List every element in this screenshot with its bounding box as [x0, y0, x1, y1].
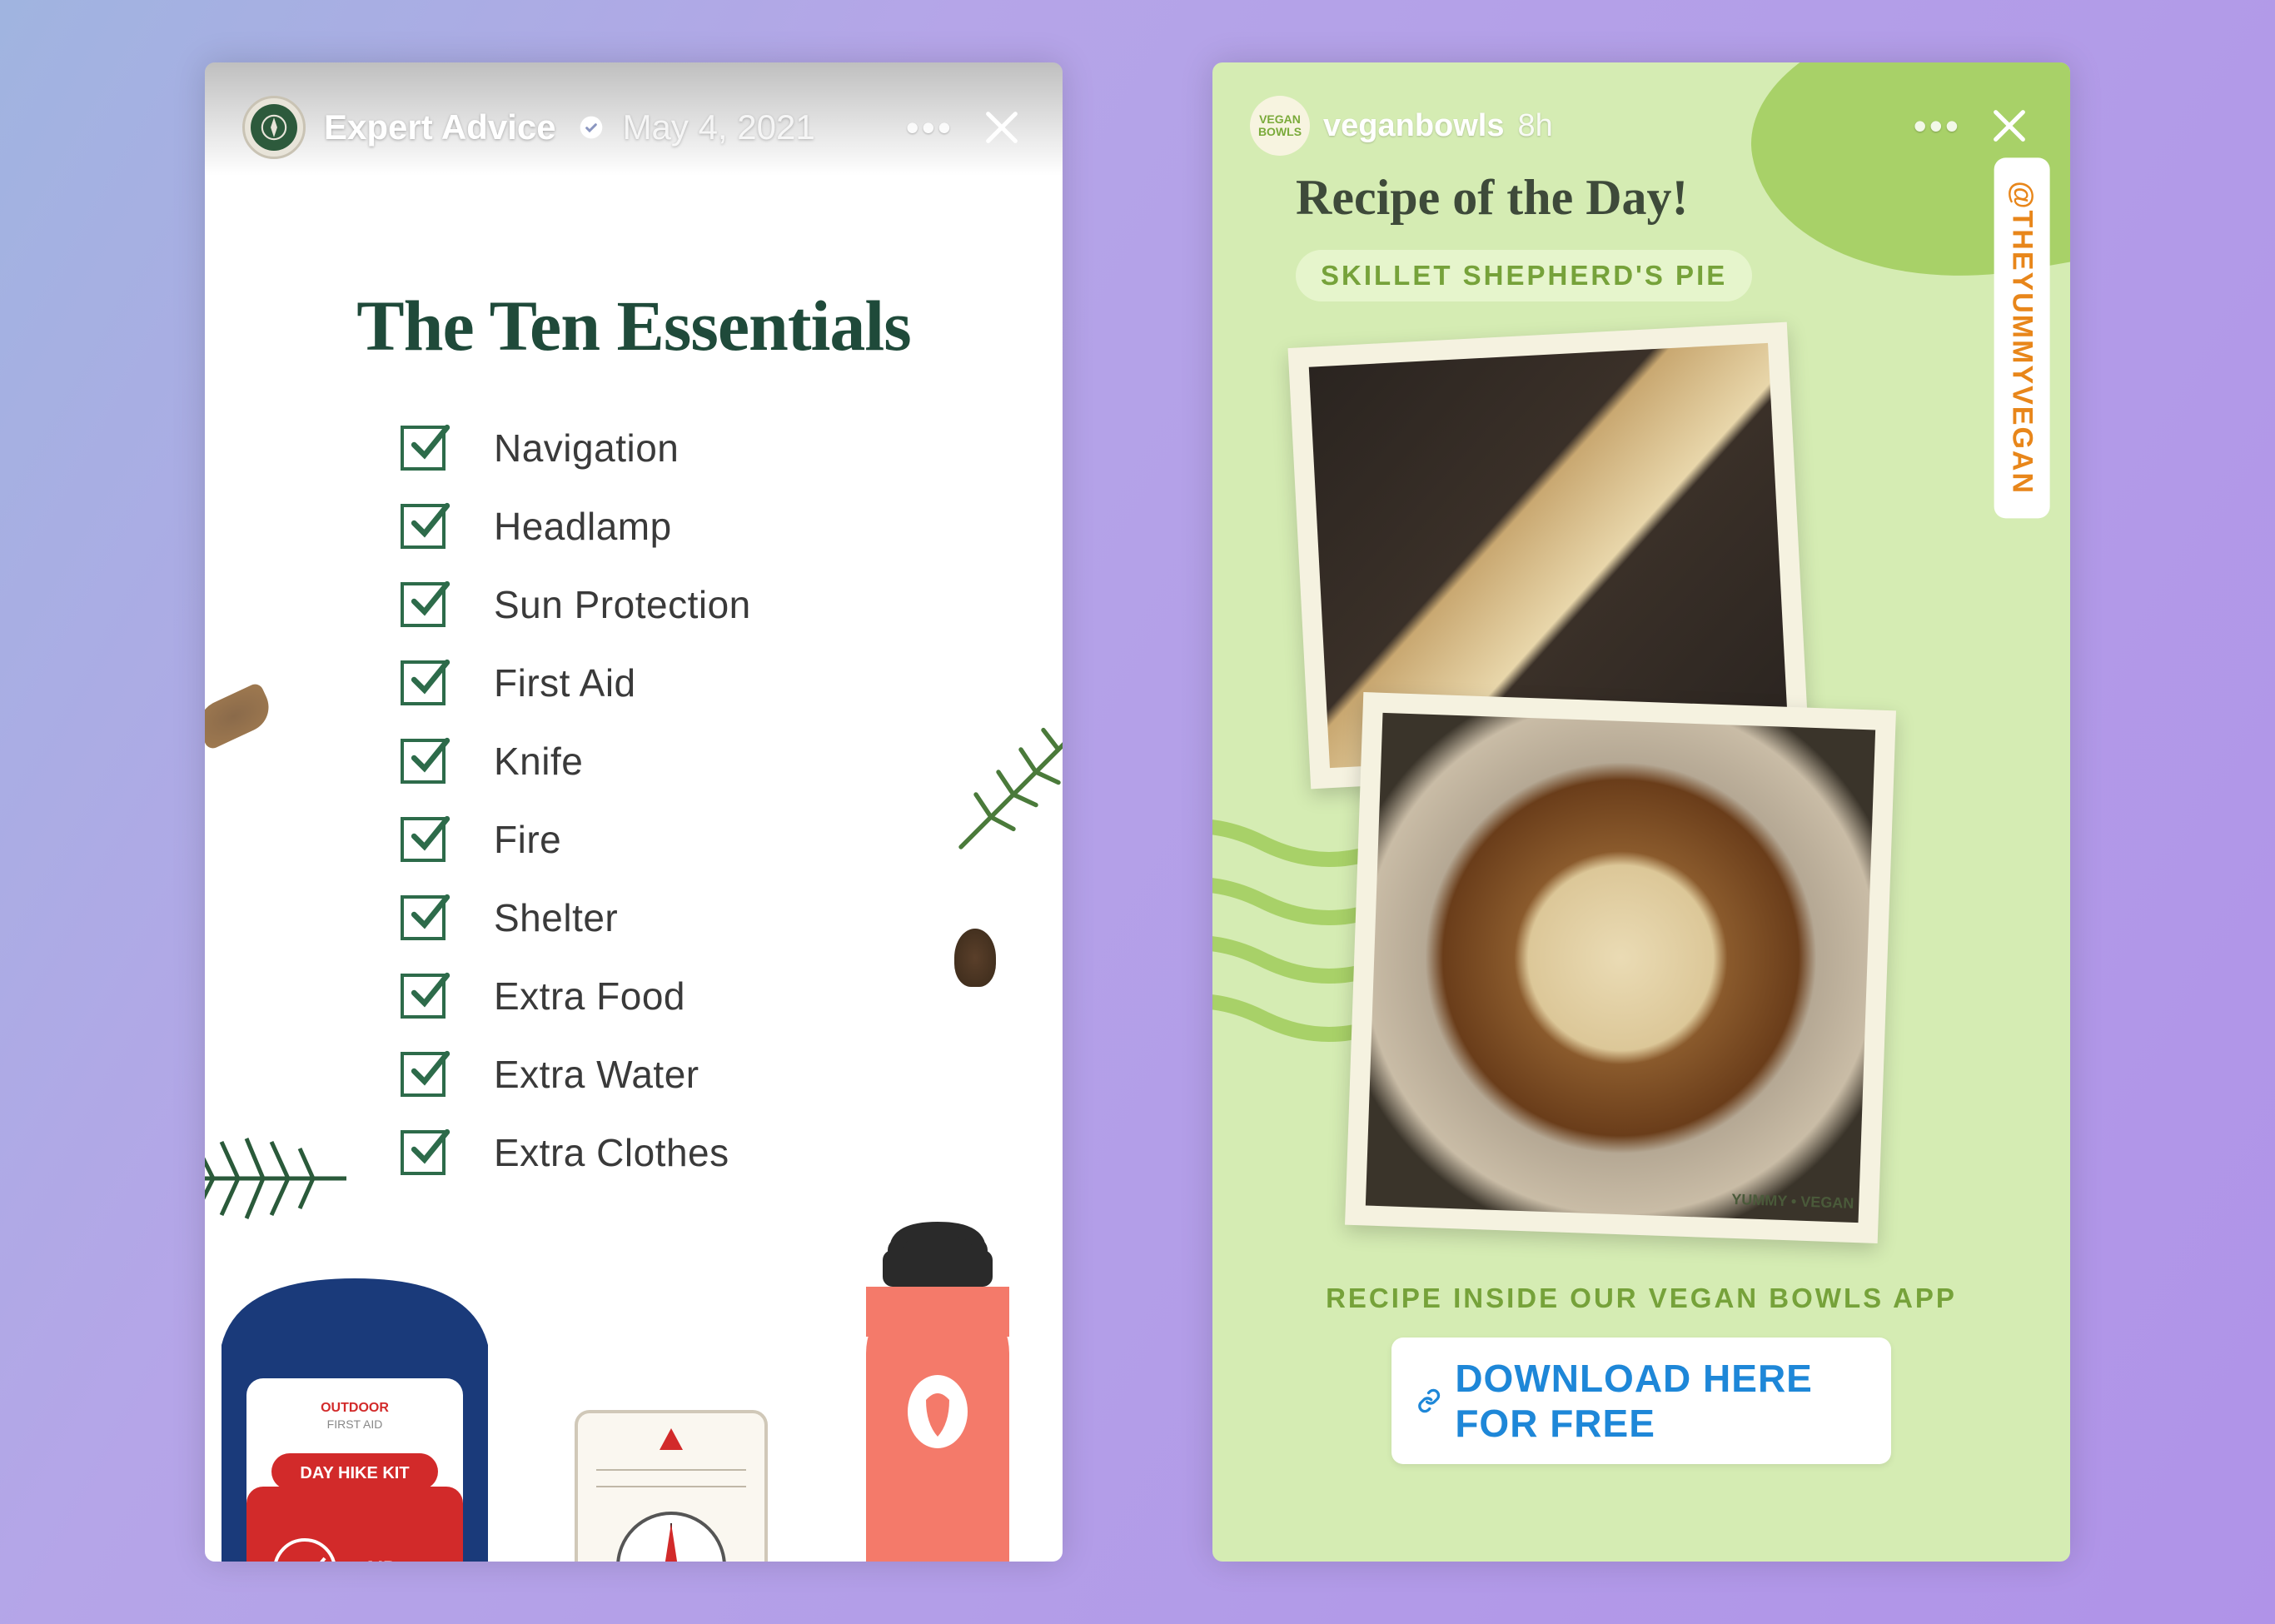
- close-icon[interactable]: [978, 104, 1025, 151]
- checkbox-icon: [401, 1130, 446, 1175]
- more-icon[interactable]: •••: [1914, 103, 1961, 148]
- list-label: Shelter: [494, 895, 618, 940]
- checkbox-icon: [401, 739, 446, 784]
- list-label: First Aid: [494, 660, 636, 705]
- list-item: Extra Water: [401, 1052, 867, 1097]
- water-bottle-decoration: [846, 1220, 1029, 1562]
- story-title: The Ten Essentials: [205, 284, 1063, 367]
- verified-icon: [578, 114, 605, 141]
- svg-text:OUTDOOR: OUTDOOR: [321, 1401, 389, 1415]
- recipe-photo-plated: YUMMY • VEGAN: [1345, 692, 1896, 1243]
- list-label: Fire: [494, 817, 561, 862]
- story-veganbowls: VEGAN BOWLS veganbowls 8h ••• Recipe of …: [1212, 62, 2070, 1562]
- compass-icon: [251, 104, 297, 151]
- avatar-text: BOWLS: [1258, 126, 1302, 138]
- download-button[interactable]: DOWNLOAD HERE FOR FREE: [1391, 1338, 1891, 1464]
- svg-text:AID: AID: [363, 1557, 397, 1562]
- story-date: May 4, 2021: [623, 107, 815, 147]
- list-label: Extra Water: [494, 1052, 699, 1097]
- app-cta-text: RECIPE INSIDE OUR VEGAN BOWLS APP: [1212, 1283, 2070, 1314]
- list-label: Extra Clothes: [494, 1130, 729, 1175]
- avatar[interactable]: VEGAN BOWLS: [1250, 96, 1310, 156]
- link-icon: [1416, 1383, 1441, 1418]
- checkbox-icon: [401, 660, 446, 705]
- checkbox-icon: [401, 817, 446, 862]
- essentials-checklist: Navigation Headlamp Sun Protection First…: [401, 426, 867, 1175]
- avatar[interactable]: [242, 96, 306, 159]
- list-item: Extra Clothes: [401, 1130, 867, 1175]
- list-item: Fire: [401, 817, 867, 862]
- list-item: Sun Protection: [401, 582, 867, 627]
- more-icon[interactable]: •••: [906, 105, 953, 150]
- compass-tool-decoration: [563, 1403, 779, 1562]
- checkbox-icon: [401, 974, 446, 1019]
- photo-stack: YUMMY • VEGAN @THEYUMMYVEGAN: [1212, 335, 2070, 1276]
- checkbox-icon: [401, 582, 446, 627]
- list-item: Shelter: [401, 895, 867, 940]
- list-label: Headlamp: [494, 504, 672, 549]
- list-item: Knife: [401, 739, 867, 784]
- list-item: Headlamp: [401, 504, 867, 549]
- close-icon[interactable]: [1986, 102, 2033, 149]
- first-aid-bag-decoration: DAY HIKE KIT OUTDOOR FIRST AID AID: [205, 1245, 521, 1562]
- story-expert-advice: Expert Advice May 4, 2021 ••• The Ten Es…: [205, 62, 1063, 1562]
- pinecone-decoration: [954, 929, 996, 987]
- list-label: Extra Food: [494, 974, 685, 1019]
- checkbox-icon: [401, 504, 446, 549]
- list-item: Extra Food: [401, 974, 867, 1019]
- story-handle[interactable]: veganbowls: [1323, 108, 1505, 144]
- checkbox-icon: [401, 426, 446, 471]
- list-item: First Aid: [401, 660, 867, 705]
- list-item: Navigation: [401, 426, 867, 471]
- pinecone-decoration: [205, 681, 276, 750]
- checkbox-icon: [401, 895, 446, 940]
- list-label: Knife: [494, 739, 583, 784]
- recipe-heading: Recipe of the Day!: [1212, 169, 2070, 227]
- story-age: 8h: [1518, 108, 1553, 144]
- svg-text:FIRST AID: FIRST AID: [327, 1417, 383, 1431]
- story-header: Expert Advice May 4, 2021 •••: [205, 62, 1063, 176]
- checkbox-icon: [401, 1052, 446, 1097]
- branch-decoration: [946, 712, 1063, 862]
- avatar-text: VEGAN: [1259, 113, 1301, 126]
- download-label: DOWNLOAD HERE FOR FREE: [1455, 1356, 1866, 1446]
- story-username[interactable]: Expert Advice: [324, 107, 556, 147]
- story-header: VEGAN BOWLS veganbowls 8h •••: [1212, 62, 2070, 164]
- list-label: Navigation: [494, 426, 679, 471]
- pine-branch-decoration: [205, 1095, 346, 1262]
- dish-name-pill: SKILLET SHEPHERD'S PIE: [1296, 250, 1752, 301]
- list-label: Sun Protection: [494, 582, 751, 627]
- svg-text:DAY HIKE KIT: DAY HIKE KIT: [300, 1464, 409, 1482]
